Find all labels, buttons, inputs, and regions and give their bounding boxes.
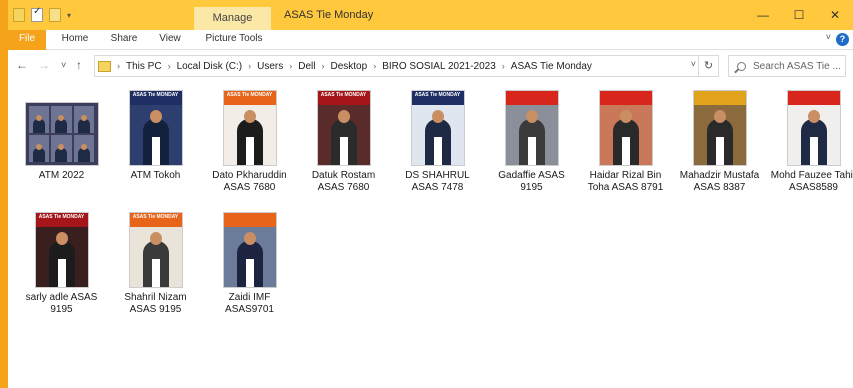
quick-access-toolbar: ▾ (8, 0, 71, 30)
file-item[interactable]: ASAS Tie MONDAY sarly adle ASAS 9195 (15, 212, 108, 316)
file-name: Haidar Rizal Bin Toha ASAS 8791 (587, 170, 664, 193)
expand-ribbon-icon[interactable]: ˅ (826, 32, 831, 42)
image-thumbnail[interactable]: ASAS Tie MONDAY (222, 90, 277, 166)
image-thumbnail[interactable]: ASAS Tie MONDAY (316, 90, 371, 166)
back-button[interactable]: ← (16, 58, 28, 72)
poster-title: ASAS Tie MONDAY (38, 214, 85, 220)
tab-share[interactable]: Share (104, 30, 144, 50)
customize-toolbar-icon[interactable]: ▾ (67, 11, 71, 20)
file-item[interactable]: Haidar Rizal Bin Toha ASAS 8791 (579, 90, 672, 194)
file-item[interactable]: Gadaffie ASAS 9195 (485, 90, 578, 194)
folder-icon (98, 60, 111, 72)
file-name: Shahril Nizam ASAS 9195 (124, 292, 187, 315)
file-name: ATM 2022 (38, 170, 85, 181)
search-input[interactable]: Search ASAS Tie ... (753, 61, 841, 72)
help-icon[interactable]: ? (836, 33, 849, 46)
search-box[interactable]: Search ASAS Tie ... (728, 55, 846, 77)
breadcrumb-desktop[interactable]: Desktop (331, 61, 368, 72)
up-button[interactable]: ↑ (76, 58, 82, 72)
image-thumbnail[interactable] (692, 90, 747, 166)
breadcrumb-separator[interactable]: › (373, 61, 376, 71)
navigation-bar: ← → ˅ ↑ › This PC › Local Disk (C:) › Us… (8, 50, 853, 82)
explorer-window: ▾ Manage ASAS Tie Monday — ☐ ✕ File Home… (8, 0, 853, 388)
breadcrumb-current-folder[interactable]: ASAS Tie Monday (511, 61, 592, 72)
file-item[interactable]: ASAS Tie MONDAY DS SHAHRUL ASAS 7478 (391, 90, 484, 194)
breadcrumb-separator: › (117, 61, 120, 71)
file-name: ATM Tokoh (130, 170, 181, 181)
breadcrumb-local-disk[interactable]: Local Disk (C:) (177, 61, 243, 72)
file-item[interactable]: Mahadzir Mustafa ASAS 8387 (673, 90, 766, 194)
breadcrumb-dell[interactable]: Dell (298, 61, 315, 72)
file-item[interactable]: Mohd Fauzee Tahir ASAS8589 (767, 90, 853, 194)
file-list: ATM 2022 ASAS Tie MONDAY ATM Tokoh ASAS Tie… (8, 82, 853, 388)
tab-file[interactable]: File (8, 30, 46, 50)
poster-title: ASAS Tie MONDAY (320, 92, 367, 98)
image-thumbnail[interactable] (222, 212, 277, 288)
minimize-button[interactable]: — (745, 0, 781, 30)
recent-locations-button[interactable]: ˅ (61, 60, 66, 70)
maximize-button[interactable]: ☐ (781, 0, 817, 30)
window-title: ASAS Tie Monday (284, 9, 374, 21)
breadcrumb-separator[interactable]: › (322, 61, 325, 71)
image-thumbnail[interactable] (786, 90, 841, 166)
breadcrumb-separator[interactable]: › (168, 61, 171, 71)
image-thumbnail[interactable]: ASAS Tie MONDAY (128, 90, 183, 166)
file-name: sarly adle ASAS 9195 (25, 292, 98, 315)
file-item[interactable]: ASAS Tie MONDAY Dato Pkharuddin ASAS 7680 (203, 90, 296, 194)
poster-title: ASAS Tie MONDAY (414, 92, 461, 98)
folder-icon[interactable] (13, 8, 25, 22)
properties-icon[interactable] (31, 6, 43, 22)
file-name: Mohd Fauzee Tahir ASAS8589 (770, 170, 853, 193)
tab-view[interactable]: View (152, 30, 188, 50)
image-thumbnail[interactable]: ASAS Tie MONDAY (128, 212, 183, 288)
file-item[interactable]: Zaidi IMF ASAS9701 (203, 212, 296, 316)
refresh-button[interactable]: ↻ (698, 56, 718, 76)
image-thumbnail[interactable] (24, 102, 99, 166)
poster-title: ASAS Tie MONDAY (226, 92, 273, 98)
image-thumbnail[interactable]: ASAS Tie MONDAY (34, 212, 89, 288)
breadcrumb-biro-sosial[interactable]: BIRO SOSIAL 2021-2023 (382, 61, 496, 72)
breadcrumb-separator[interactable]: › (289, 61, 292, 71)
file-item[interactable]: ATM 2022 (15, 90, 108, 182)
manage-tab[interactable]: Manage (194, 7, 271, 30)
file-name: Mahadzir Mustafa ASAS 8387 (679, 170, 760, 193)
forward-button[interactable]: → (38, 58, 50, 72)
tab-picture-tools[interactable]: Picture Tools (198, 30, 270, 50)
file-item[interactable]: ASAS Tie MONDAY Shahril Nizam ASAS 9195 (109, 212, 202, 316)
file-item[interactable]: ASAS Tie MONDAY Datuk Rostam ASAS 7680 (297, 90, 390, 194)
breadcrumb-users[interactable]: Users (257, 61, 283, 72)
address-dropdown-icon[interactable]: ˅ (691, 59, 696, 69)
close-button[interactable]: ✕ (817, 0, 853, 30)
poster-title: ASAS Tie MONDAY (132, 214, 179, 220)
breadcrumb-separator[interactable]: › (248, 61, 251, 71)
file-name: Gadaffie ASAS 9195 (498, 170, 565, 193)
breadcrumb-separator[interactable]: › (502, 61, 505, 71)
file-name: Datuk Rostam ASAS 7680 (311, 170, 376, 193)
image-thumbnail[interactable] (598, 90, 653, 166)
search-icon (737, 61, 746, 71)
window-controls: — ☐ ✕ (745, 0, 853, 30)
breadcrumb-this-pc[interactable]: This PC (126, 61, 162, 72)
poster-title: ASAS Tie MONDAY (132, 92, 179, 98)
file-item[interactable]: ASAS Tie MONDAY ATM Tokoh (109, 90, 202, 182)
image-thumbnail[interactable]: ASAS Tie MONDAY (410, 90, 465, 166)
file-name: Dato Pkharuddin ASAS 7680 (212, 170, 287, 193)
address-bar[interactable]: › This PC › Local Disk (C:) › Users › De… (94, 55, 719, 77)
tab-home[interactable]: Home (56, 30, 94, 50)
file-name: Zaidi IMF ASAS9701 (225, 292, 274, 315)
title-bar: ▾ Manage ASAS Tie Monday — ☐ ✕ (8, 0, 853, 30)
new-folder-icon[interactable] (49, 8, 61, 22)
file-name: DS SHAHRUL ASAS 7478 (405, 170, 470, 193)
ribbon: File Home Share View Picture Tools ˅ ? (8, 30, 853, 50)
image-thumbnail[interactable] (504, 90, 559, 166)
